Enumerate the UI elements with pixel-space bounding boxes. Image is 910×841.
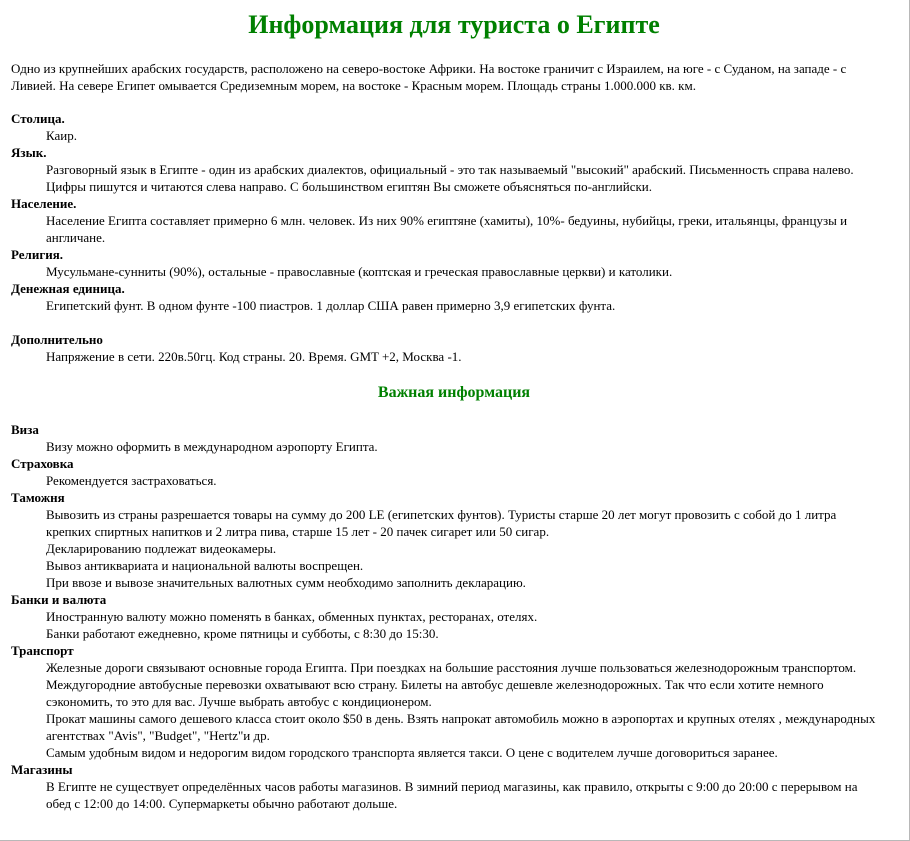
important-info-list: Виза Визу можно оформить в международном… xyxy=(11,421,897,812)
term-transport: Транспорт xyxy=(11,643,74,658)
term-insurance: Страховка xyxy=(11,456,74,471)
definition-line: Декларированию подлежат видеокамеры. xyxy=(46,541,277,556)
definition-line: Каир. xyxy=(46,128,77,143)
definition-line: Население Египта составляет примерно 6 м… xyxy=(46,213,848,245)
definition-line: Иностранную валюту можно поменять в банк… xyxy=(46,609,538,624)
definition-line: Рекомендуется застраховаться. xyxy=(46,473,217,488)
general-info-list: Столица. Каир. Язык. Разговорный язык в … xyxy=(11,110,897,365)
term-visa: Виза xyxy=(11,422,39,437)
definition-line: Вывозить из страны разрешается товары на… xyxy=(46,507,837,539)
term-banks: Банки и валюта xyxy=(11,592,107,607)
definition-line: Разговорный язык в Египте - один из араб… xyxy=(46,162,854,194)
definition-line: Железные дороги связывают основные город… xyxy=(46,660,857,675)
term-religion: Религия. xyxy=(11,247,63,262)
important-info-heading: Важная информация xyxy=(377,384,531,401)
term-capital: Столица. xyxy=(11,111,65,126)
definition-line: Визу можно оформить в международном аэро… xyxy=(46,439,378,454)
document-page: Информация для туриста о Египте Одно из … xyxy=(0,0,909,812)
definition-line: Прокат машины самого дешевого класса сто… xyxy=(46,711,876,743)
definition-line: Вывоз антиквариата и национальной валюты… xyxy=(46,558,364,573)
definition-line: Банки работают ежедневно, кроме пятницы … xyxy=(46,626,439,641)
definition-line: Междугородние автобусные перевозки охват… xyxy=(46,677,824,709)
definition-line: Египетский фунт. В одном фунте -100 пиас… xyxy=(46,298,616,313)
page-title: Информация для туриста о Египте xyxy=(248,10,660,39)
definition-line: Самым удобным видом и недорогим видом го… xyxy=(46,745,778,760)
intro-paragraph: Одно из крупнейших арабских государств, … xyxy=(11,61,847,93)
term-customs: Таможня xyxy=(11,490,65,505)
definition-line: Мусульмане-сунниты (90%), остальные - пр… xyxy=(46,264,673,279)
definition-line: В Египте не существует определённых часо… xyxy=(46,779,858,811)
term-population: Население. xyxy=(11,196,77,211)
term-currency: Денежная единица. xyxy=(11,281,125,296)
term-language: Язык. xyxy=(11,145,47,160)
definition-line: При ввозе и вывозе значительных валютных… xyxy=(46,575,526,590)
definition-line: Напряжение в сети. 220в.50гц. Код страны… xyxy=(46,349,462,364)
term-additional: Дополнительно xyxy=(11,332,103,347)
term-shops: Магазины xyxy=(11,762,73,777)
